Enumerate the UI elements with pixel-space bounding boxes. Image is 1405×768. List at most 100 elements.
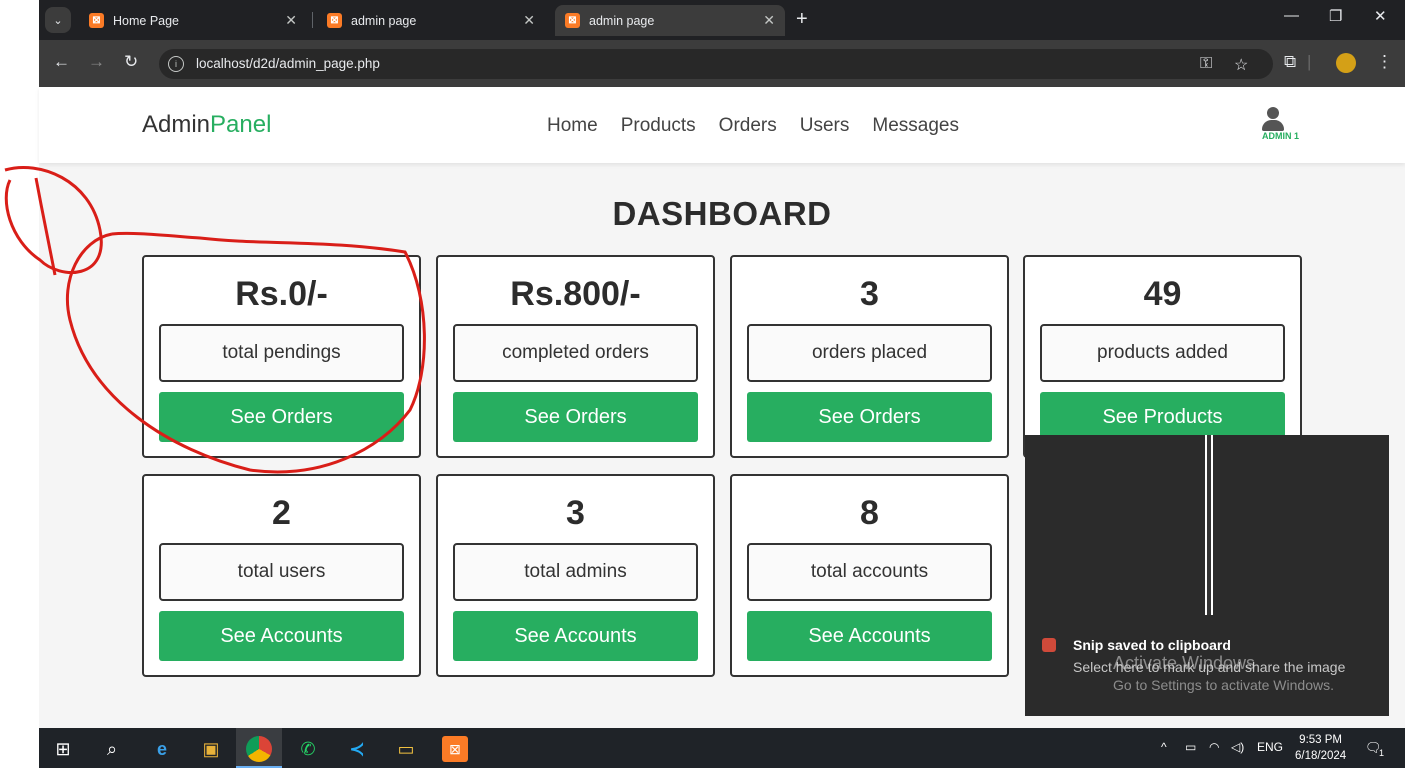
wifi-icon[interactable]: ◠ — [1209, 740, 1219, 754]
notification-count: 1 — [1379, 748, 1385, 758]
maximize-icon[interactable]: ❐ — [1329, 7, 1342, 25]
user-icon-head — [1267, 107, 1279, 119]
card-total-accounts: 8 total accounts See Accounts — [730, 474, 1009, 677]
snipping-tool-icon — [1042, 638, 1056, 652]
close-tab-icon[interactable]: ✕ — [763, 12, 775, 29]
edge-browser-icon[interactable]: e — [149, 736, 175, 762]
brand-accent: Panel — [210, 111, 272, 138]
bookmark-star-icon[interactable]: ☆ — [1234, 55, 1248, 75]
volume-icon[interactable]: ◁) — [1231, 740, 1244, 754]
card-value: 8 — [860, 494, 879, 532]
card-value: 3 — [566, 494, 585, 532]
card-value: 49 — [1143, 275, 1182, 313]
show-hidden-icons-icon[interactable]: ^ — [1161, 740, 1167, 754]
admin-username: ADMIN 1 — [1262, 131, 1300, 141]
card-label: total accounts — [747, 543, 992, 601]
site-info-icon[interactable]: i — [168, 56, 184, 72]
nav-messages[interactable]: Messages — [872, 115, 959, 137]
card-label: completed orders — [453, 324, 698, 382]
tab-admin-page[interactable]: ⊠ admin page ✕ — [317, 5, 545, 36]
tab-separator — [312, 12, 313, 28]
nav-users[interactable]: Users — [800, 115, 850, 137]
chrome-icon[interactable] — [246, 736, 272, 762]
close-window-icon[interactable]: ✕ — [1374, 7, 1387, 25]
brand-main: Admin — [142, 111, 211, 138]
clock-time: 9:53 PM — [1299, 734, 1342, 746]
card-label: products added — [1040, 324, 1285, 382]
activate-windows-hint: Go to Settings to activate Windows. — [1113, 677, 1334, 693]
user-icon[interactable] — [1261, 107, 1285, 133]
more-menu-icon[interactable]: ⋮ — [1376, 52, 1393, 72]
see-accounts-button[interactable]: See Accounts — [453, 611, 698, 661]
minimize-icon[interactable]: — — [1284, 7, 1299, 24]
card-total-admins: 3 total admins See Accounts — [436, 474, 715, 677]
card-value: 2 — [272, 494, 291, 532]
vscode-icon[interactable]: ≺ — [344, 736, 370, 762]
card-orders-placed: 3 orders placed See Orders — [730, 255, 1009, 458]
tab-label: admin page — [351, 13, 417, 28]
windows-start-icon[interactable]: ⊞ — [50, 736, 76, 762]
card-value: Rs.0/- — [235, 275, 328, 313]
activate-windows-watermark: Activate Windows — [1113, 653, 1256, 673]
forward-arrow-icon[interactable]: → — [88, 52, 105, 72]
see-accounts-button[interactable]: See Accounts — [747, 611, 992, 661]
tab-strip: ⌄ ⊠ Home Page ✕ ⊠ admin page ✕ ⊠ admin p… — [39, 0, 1405, 40]
card-total-users: 2 total users See Accounts — [142, 474, 421, 677]
store-icon[interactable]: ▣ — [198, 736, 224, 762]
close-tab-icon[interactable]: ✕ — [285, 12, 297, 29]
back-arrow-icon[interactable]: ← — [53, 52, 70, 72]
extensions-icon[interactable]: ⧉ — [1284, 52, 1296, 72]
url-text[interactable]: localhost/d2d/admin_page.php — [196, 56, 380, 71]
tab-label: admin page — [589, 13, 655, 28]
language-indicator[interactable]: ENG — [1257, 740, 1283, 754]
card-label: total admins — [453, 543, 698, 601]
xampp-favicon-icon: ⊠ — [565, 13, 580, 28]
dashboard-title: DASHBOARD — [612, 195, 832, 232]
file-explorer-icon[interactable]: ▭ — [393, 736, 419, 762]
windows-taskbar: ⊞ ⌕ e ▣ ✆ ≺ ▭ ⊠ ^ ▭ ◠ ◁) ENG 9:53 PM 6/1… — [39, 728, 1405, 768]
card-value: 3 — [860, 275, 879, 313]
address-bar[interactable]: i localhost/d2d/admin_page.php ⚿ ☆ — [159, 49, 1273, 79]
user-icon-body — [1262, 120, 1284, 131]
clock-date: 6/18/2024 — [1295, 750, 1347, 762]
reload-icon[interactable]: ↻ — [124, 52, 138, 72]
nav-orders[interactable]: Orders — [719, 115, 777, 137]
nav-home[interactable]: Home — [547, 115, 598, 137]
see-orders-button[interactable]: See Orders — [453, 392, 698, 442]
card-completed-orders: Rs.800/- completed orders See Orders — [436, 255, 715, 458]
card-products-added: 49 products added See Products — [1023, 255, 1302, 458]
xampp-favicon-icon: ⊠ — [89, 13, 104, 28]
site-header: AdminPanel Home Products Orders Users Me… — [39, 87, 1405, 163]
card-label: orders placed — [747, 324, 992, 382]
tab-label: Home Page — [113, 13, 180, 28]
card-value: Rs.800/- — [510, 275, 641, 313]
battery-icon[interactable]: ▭ — [1185, 740, 1196, 754]
close-tab-icon[interactable]: ✕ — [523, 12, 535, 29]
main-nav: Home Products Orders Users Messages — [547, 115, 959, 137]
snip-thumbnail-detail — [1207, 435, 1211, 615]
browser-toolbar: ← → ↻ i localhost/d2d/admin_page.php ⚿ ☆… — [39, 40, 1405, 87]
xampp-favicon-icon: ⊠ — [327, 13, 342, 28]
brand-logo[interactable]: AdminPanel — [142, 111, 271, 139]
tab-search-icon[interactable]: ⌄ — [45, 7, 71, 33]
system-clock[interactable]: 9:53 PM 6/18/2024 — [1295, 732, 1346, 764]
screen: ⌄ ⊠ Home Page ✕ ⊠ admin page ✕ ⊠ admin p… — [0, 0, 1405, 768]
card-label: total users — [159, 543, 404, 601]
notification-title: Snip saved to clipboard — [1073, 637, 1231, 653]
nav-products[interactable]: Products — [621, 115, 696, 137]
see-orders-button[interactable]: See Orders — [159, 392, 404, 442]
card-label: total pendings — [159, 324, 404, 382]
toolbar-separator: | — [1307, 52, 1312, 71]
whatsapp-icon[interactable]: ✆ — [295, 736, 321, 762]
profile-avatar-icon[interactable] — [1336, 53, 1356, 73]
browser-window: ⌄ ⊠ Home Page ✕ ⊠ admin page ✕ ⊠ admin p… — [39, 0, 1405, 87]
xampp-icon[interactable]: ⊠ — [442, 736, 468, 762]
tab-admin-page-active[interactable]: ⊠ admin page ✕ — [555, 5, 785, 36]
card-total-pendings: Rs.0/- total pendings See Orders — [142, 255, 421, 458]
tab-home-page[interactable]: ⊠ Home Page ✕ — [79, 5, 307, 36]
see-orders-button[interactable]: See Orders — [747, 392, 992, 442]
see-accounts-button[interactable]: See Accounts — [159, 611, 404, 661]
key-icon[interactable]: ⚿ — [1200, 55, 1212, 73]
new-tab-icon[interactable]: + — [796, 8, 808, 31]
search-icon[interactable]: ⌕ — [99, 736, 125, 762]
